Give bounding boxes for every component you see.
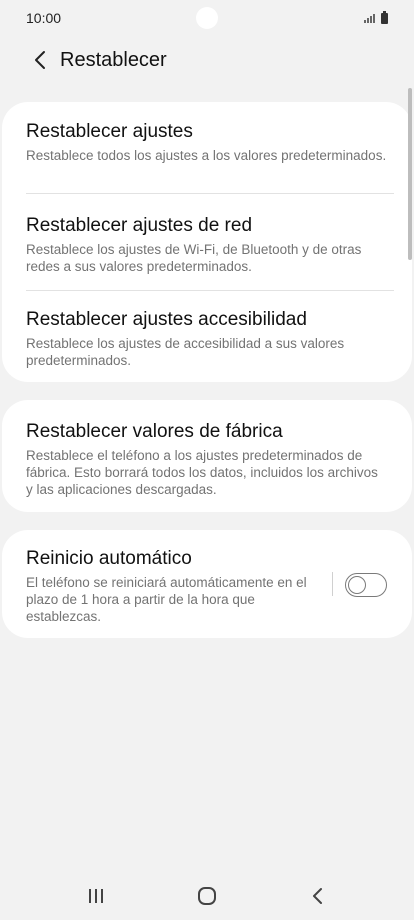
- app-header: Restablecer: [0, 40, 414, 80]
- reset-network-item[interactable]: Restablecer ajustes de red Restablece lo…: [2, 214, 412, 275]
- toggle-separator: [332, 572, 333, 596]
- battery-icon: [381, 10, 388, 24]
- divider: [26, 193, 394, 194]
- auto-restart-toggle[interactable]: [345, 573, 387, 597]
- nav-back-icon: [313, 888, 323, 904]
- reset-settings-title: Restablecer ajustes: [26, 121, 193, 142]
- home-button[interactable]: [177, 876, 237, 916]
- status-icons: [364, 10, 388, 24]
- scrollbar[interactable]: [408, 88, 412, 260]
- auto-restart-description: El teléfono se reiniciará automáticament…: [26, 575, 307, 624]
- reset-screen: 10:00 Restablecer Restablecer ajustes Re…: [0, 0, 414, 920]
- reset-settings-description: Restablece todos los ajustes a los valor…: [26, 148, 387, 163]
- home-icon: [197, 887, 216, 905]
- auto-restart-card: Reinicio automático El teléfono se reini…: [2, 530, 412, 638]
- nav-back-button[interactable]: [288, 876, 348, 916]
- chevron-left-icon: [35, 51, 45, 69]
- signal-icon: [364, 13, 375, 23]
- reset-options-card: Restablecer ajustes Restablece todos los…: [2, 102, 412, 382]
- factory-reset-title: Restablecer valores de fábrica: [26, 421, 283, 442]
- camera-cutout: [196, 7, 218, 29]
- back-button[interactable]: [18, 40, 62, 80]
- auto-restart-title: Reinicio automático: [26, 548, 192, 569]
- recent-apps-button[interactable]: [66, 876, 126, 916]
- status-time: 10:00: [26, 10, 62, 26]
- reset-settings-item[interactable]: Restablecer ajustes Restablece todos los…: [2, 120, 412, 164]
- auto-restart-item[interactable]: Reinicio automático El teléfono se reini…: [2, 547, 322, 625]
- divider: [26, 290, 394, 291]
- reset-accessibility-title: Restablecer ajustes accesibilidad: [26, 309, 307, 330]
- reset-accessibility-item[interactable]: Restablecer ajustes accesibilidad Restab…: [2, 308, 412, 369]
- toggle-knob: [348, 575, 366, 594]
- reset-network-title: Restablecer ajustes de red: [26, 215, 253, 236]
- reset-network-description: Restablece los ajustes de Wi-Fi, de Blue…: [26, 242, 362, 274]
- reset-accessibility-description: Restablece los ajustes de accesibilidad …: [26, 336, 345, 368]
- navigation-bar: [0, 872, 414, 920]
- factory-reset-card: Restablecer valores de fábrica Restablec…: [2, 400, 412, 512]
- factory-reset-item[interactable]: Restablecer valores de fábrica Restablec…: [2, 420, 412, 498]
- page-title: Restablecer: [60, 48, 167, 71]
- recent-apps-icon: [88, 889, 103, 903]
- factory-reset-description: Restablece el teléfono a los ajustes pre…: [26, 448, 378, 497]
